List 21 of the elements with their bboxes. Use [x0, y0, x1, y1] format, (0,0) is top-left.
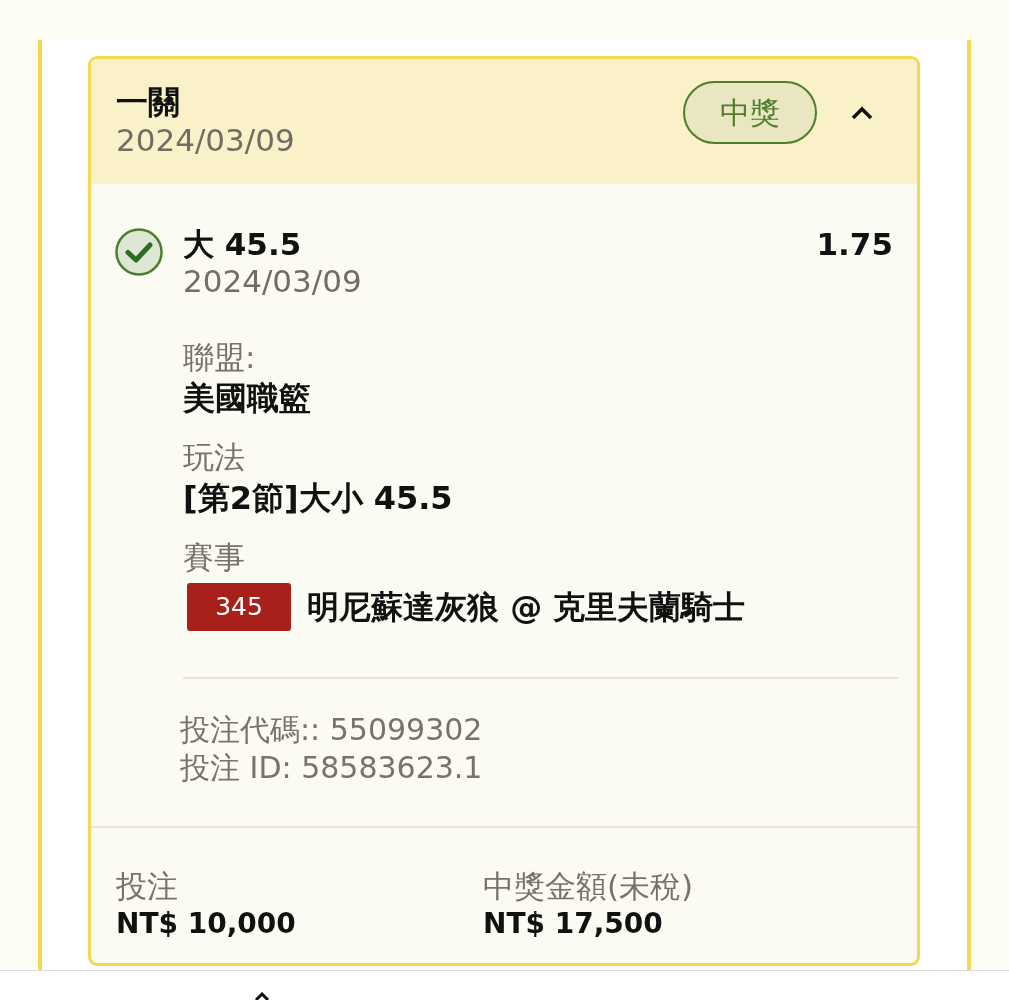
bet-reference: 投注 ID: 58583623.1: [180, 749, 484, 787]
detail-label: 玩法: [183, 438, 246, 477]
status-badge: 中獎: [683, 81, 817, 144]
total-label: 中獎金額(未稅): [483, 868, 695, 904]
odds-value: 1.75: [816, 225, 893, 263]
detail-value: 美國職籃: [183, 378, 312, 419]
caret-icon[interactable]: [254, 992, 270, 1000]
total-label: 投注: [116, 868, 179, 904]
bet-date: 2024/03/09: [116, 120, 295, 159]
bet-type-title: 一關: [116, 82, 181, 121]
selection-name: 大 45.5: [183, 225, 303, 263]
bet-reference: 投注代碼:: 55099302: [180, 711, 484, 749]
selection-date: 2024/03/09: [183, 263, 363, 299]
match-name: 明尼蘇達灰狼 @ 克里夫蘭騎士: [307, 587, 746, 628]
detail-label: 賽事: [183, 538, 246, 577]
event-number-badge: 345: [187, 583, 291, 631]
total-amount: NT$ 10,000: [116, 906, 297, 942]
total-amount: NT$ 17,500: [483, 906, 664, 942]
detail-value: [第2節]大小 45.5: [183, 478, 454, 519]
detail-label: 聯盟:: [183, 338, 257, 377]
chevron-up-icon[interactable]: [851, 105, 873, 120]
